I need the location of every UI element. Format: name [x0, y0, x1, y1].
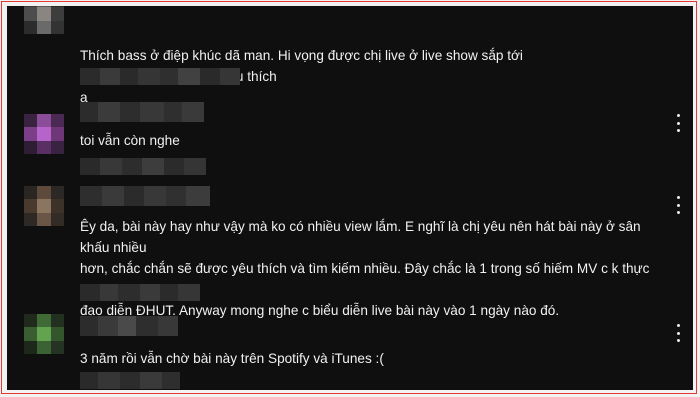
reply-actions[interactable] [80, 68, 240, 85]
reply-actions[interactable] [80, 372, 180, 389]
reply-actions[interactable] [80, 158, 206, 175]
avatar[interactable] [24, 114, 64, 154]
comments-panel: Thích bass ở điệp khúc dã man. Hi vọng đ… [7, 6, 693, 390]
avatar[interactable] [24, 6, 64, 34]
screenshot-frame: Thích bass ở điệp khúc dã man. Hi vọng đ… [1, 1, 697, 394]
avatar[interactable] [24, 186, 64, 226]
comment-more-actions-icon[interactable] [671, 324, 685, 342]
comment-more-actions-icon[interactable] [671, 114, 685, 132]
comment-author-name[interactable] [80, 186, 210, 206]
avatar[interactable] [24, 314, 64, 354]
reply-actions[interactable] [80, 284, 200, 301]
comment-text: toi vẫn còn nghe [80, 133, 180, 148]
comment-author-name[interactable] [80, 102, 204, 122]
comment-more-actions-icon[interactable] [671, 196, 685, 214]
comment-text: Thích bass ở điệp khúc dã man. Hi vọng đ… [80, 48, 523, 105]
comment-author-name[interactable] [80, 316, 178, 336]
comment-text: Êy da, bài này hay như vậy mà ko có nhiề… [80, 219, 650, 318]
comment-text: 3 năm rồi vẫn chờ bài này trên Spotify v… [80, 351, 384, 366]
